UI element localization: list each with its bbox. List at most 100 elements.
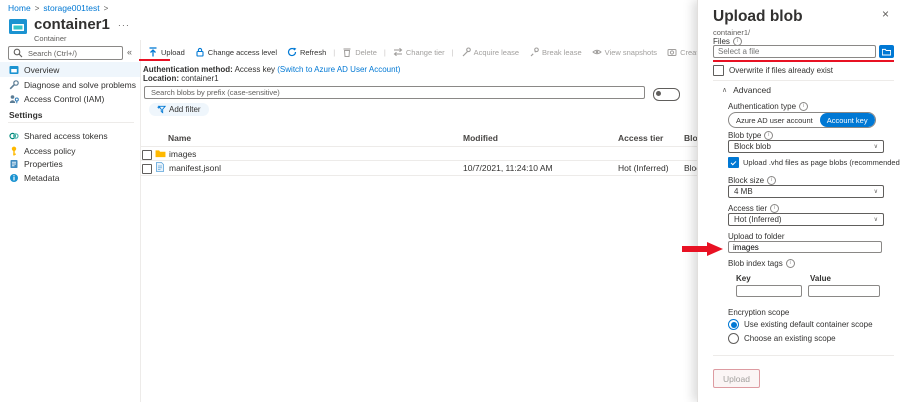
search-icon <box>13 48 23 58</box>
breadcrumb-home[interactable]: Home <box>8 3 31 13</box>
access-tier-label: Access tier <box>728 204 767 213</box>
sidebar-item-overview[interactable]: Overview <box>0 62 140 77</box>
collapse-menu-button[interactable]: « <box>127 47 132 57</box>
upload-button[interactable]: Upload <box>143 47 190 57</box>
column-header-access-tier[interactable]: Access tier <box>618 133 663 143</box>
column-header-modified[interactable]: Modified <box>463 133 498 143</box>
sidebar-item-label: Access Control (IAM) <box>24 94 104 104</box>
blob-search-input[interactable] <box>149 87 640 98</box>
breadcrumb: Home > storage001test > <box>8 3 108 13</box>
breadcrumb-storage-account[interactable]: storage001test <box>43 3 99 13</box>
sidebar-search-input[interactable] <box>26 48 118 59</box>
blob-name[interactable]: manifest.jsonl <box>169 163 221 173</box>
tag-key-input[interactable] <box>736 285 802 297</box>
auth-type-label-row: Authentication type i <box>728 102 808 111</box>
delete-button[interactable]: Delete <box>337 47 382 57</box>
eye-icon <box>592 47 602 57</box>
close-icon[interactable]: × <box>882 9 889 19</box>
acquire-lease-icon <box>461 47 471 57</box>
info-icon[interactable]: i <box>799 102 808 111</box>
switch-auth-link[interactable]: (Switch to Azure AD User Account) <box>277 65 400 74</box>
info-icon[interactable]: i <box>770 204 779 213</box>
info-icon[interactable]: i <box>767 176 776 185</box>
blob-type-label: Blob type <box>728 131 761 140</box>
view-snapshots-button[interactable]: View snapshots <box>587 47 662 57</box>
auth-option-account-key[interactable]: Account key <box>820 113 875 127</box>
sidebar-item-label: Properties <box>24 159 63 169</box>
radio-unselected[interactable] <box>728 333 739 344</box>
blob-type-value: Block blob <box>734 142 771 151</box>
blob-name[interactable]: images <box>169 149 196 159</box>
browse-files-button[interactable] <box>879 45 894 58</box>
more-options-icon[interactable]: ··· <box>118 20 130 30</box>
page-header: container1 ··· Container <box>8 17 130 43</box>
row-checkbox[interactable] <box>142 150 152 160</box>
block-size-select[interactable]: 4 MB ∨ <box>728 185 884 198</box>
info-icon[interactable]: i <box>786 259 795 268</box>
chevron-down-icon: ∨ <box>874 188 878 195</box>
table-header-divider <box>141 146 700 147</box>
trash-icon <box>342 47 352 57</box>
panel-subtitle: container1/ <box>713 28 750 37</box>
vhd-row[interactable]: Upload .vhd files as page blobs (recomme… <box>728 157 900 168</box>
tags-value-header: Value <box>810 274 831 283</box>
sidebar-item-access-control[interactable]: Access Control (IAM) <box>0 91 140 106</box>
column-header-name[interactable]: Name <box>168 133 191 143</box>
swap-arrows-icon <box>393 47 403 57</box>
acquire-lease-button[interactable]: Acquire lease <box>456 47 524 57</box>
tags-key-header: Key <box>736 274 751 283</box>
overwrite-checkbox[interactable] <box>713 65 724 76</box>
encryption-option-default[interactable]: Use existing default container scope <box>728 319 873 330</box>
info-icon[interactable]: i <box>764 131 773 140</box>
blob-search-box[interactable] <box>144 86 645 99</box>
sidebar-item-shared-access-tokens[interactable]: Shared access tokens <box>0 128 140 143</box>
table-row-divider <box>141 160 700 161</box>
refresh-button[interactable]: Refresh <box>282 47 331 57</box>
filter-toggle[interactable] <box>653 88 680 101</box>
change-tier-button[interactable]: Change tier <box>388 47 450 57</box>
tag-value-input[interactable] <box>808 285 880 297</box>
block-size-label: Block size <box>728 176 764 185</box>
people-key-icon <box>9 94 19 104</box>
access-tier-select[interactable]: Hot (Inferred) ∨ <box>728 213 884 226</box>
annotation-underline-upload <box>139 59 170 61</box>
overwrite-row[interactable]: Overwrite if files already exist <box>713 65 833 76</box>
overwrite-label: Overwrite if files already exist <box>729 66 833 75</box>
file-select-input[interactable] <box>713 45 876 58</box>
sidebar-item-metadata[interactable]: Metadata <box>0 170 140 185</box>
folder-icon <box>155 149 166 158</box>
location-value: container1 <box>181 74 218 83</box>
radio-selected[interactable] <box>728 319 739 330</box>
break-lease-button[interactable]: Break lease <box>524 47 587 57</box>
vhd-checkbox[interactable] <box>728 157 739 168</box>
sidebar-search[interactable] <box>8 46 123 60</box>
add-filter-button[interactable]: Add filter <box>149 103 209 116</box>
encryption-scope-label: Encryption scope <box>728 308 789 317</box>
auth-option-azure-ad[interactable]: Azure AD user account <box>729 113 820 127</box>
folder-label-text: Upload to folder <box>728 232 784 241</box>
panel-divider <box>713 80 894 81</box>
toolbar-label: Delete <box>355 48 377 57</box>
upload-to-folder-input[interactable] <box>728 241 882 253</box>
add-filter-label: Add filter <box>169 105 201 114</box>
auth-type-pill-group: Azure AD user account Account key <box>728 112 876 128</box>
breadcrumb-separator: > <box>35 4 40 13</box>
encryption-option-existing[interactable]: Choose an existing scope <box>728 333 836 344</box>
annotation-underline-files <box>713 60 894 62</box>
row-checkbox[interactable] <box>142 164 152 174</box>
authentication-method-line: Authentication method: Access key (Switc… <box>143 65 400 74</box>
browse-folder-icon <box>882 48 891 56</box>
upload-blob-panel: Upload blob × container1/ Files i Overwr… <box>697 0 900 402</box>
sidebar-item-label: Metadata <box>24 173 59 183</box>
sidebar-item-properties[interactable]: Properties <box>0 156 140 171</box>
container-icon <box>8 17 28 36</box>
annotation-arrow <box>682 241 724 257</box>
blob-access-tier: Hot (Inferred) <box>618 163 669 173</box>
change-access-level-button[interactable]: Change access level <box>190 47 282 57</box>
blob-type-select[interactable]: Block blob ∨ <box>728 140 884 153</box>
info-circle-icon <box>9 173 19 183</box>
advanced-section-toggle[interactable]: ∧ Advanced <box>722 85 771 95</box>
sidebar-item-diagnose[interactable]: Diagnose and solve problems <box>0 77 140 92</box>
panel-upload-button[interactable]: Upload <box>713 369 760 388</box>
upload-icon <box>148 47 158 57</box>
